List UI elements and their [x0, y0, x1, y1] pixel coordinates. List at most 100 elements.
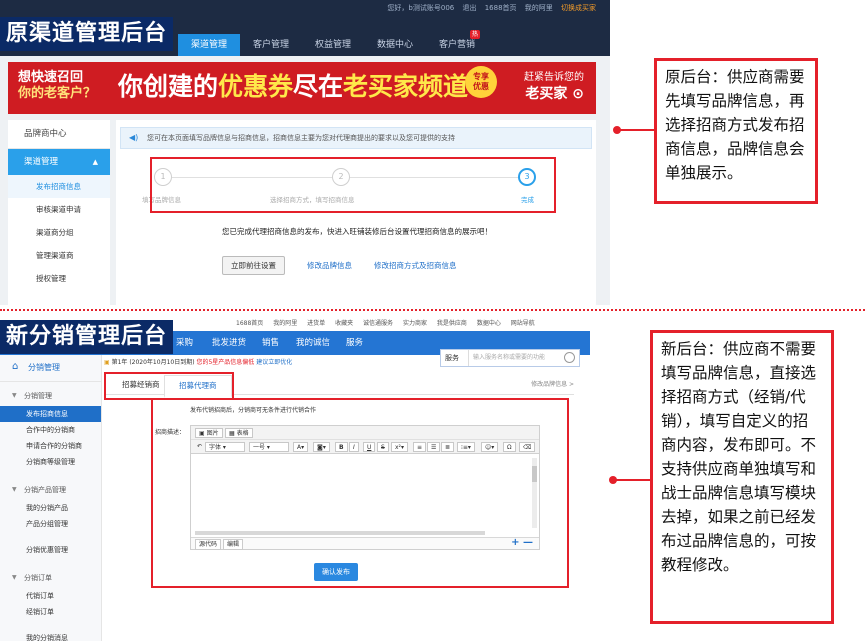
old-top-links: 您好，b测试账号006 退出 1688首页 我的阿里 切换成买家: [381, 3, 596, 13]
old-nav-customer[interactable]: 客户管理: [240, 34, 302, 56]
hot-badge: 热: [469, 30, 480, 39]
new-toplink-myali[interactable]: 我的阿里: [273, 320, 297, 327]
new-tabs-highlight: [104, 372, 234, 400]
new-nav-integrity[interactable]: 我的诚信: [296, 331, 330, 355]
old-nav-marketing-label: 客户营销: [438, 40, 475, 50]
dotted-divider: [0, 309, 865, 311]
new-sidebar-item-consign-orders[interactable]: 代销订单: [0, 588, 101, 604]
new-nav-purchase[interactable]: 采购: [176, 331, 193, 355]
banner-left-line1: 想快速召回: [18, 70, 84, 85]
new-sidebar-item-messages[interactable]: 我的分销消息: [0, 630, 101, 641]
new-sidebar-group-orders[interactable]: ▼ 分销订单: [0, 568, 101, 588]
old-switch-buyer-link[interactable]: 切换成买家: [561, 4, 596, 12]
caret-up-icon: ▲: [92, 158, 98, 166]
new-section-title: 新分销管理后台: [0, 320, 174, 354]
new-note-text: 新后台：供应商不需要填写品牌信息，直接选择招商方式（经销/代销），填写自定义的招…: [661, 340, 817, 574]
edit-brand-info-link[interactable]: 修改品牌信息: [307, 260, 352, 271]
old-sidebar-item-manage[interactable]: 管理渠道商: [8, 244, 110, 267]
new-toplink-1688[interactable]: 1688首页: [236, 320, 263, 327]
new-form-highlight: [151, 398, 569, 588]
new-sidebar-item-dealer-orders[interactable]: 经销订单: [0, 604, 101, 620]
old-main-nav: 渠道管理 客户管理 权益管理 数据中心 客户营销 热: [178, 30, 488, 56]
banner-headline-d: 老买家频道: [343, 72, 469, 101]
old-sidebar-item-review[interactable]: 审核渠道申请: [8, 198, 110, 221]
new-top-links: 1688首页 我的阿里 进货单 收藏夹 诚信通服务 实力商家 我是供应商 数据中…: [236, 318, 543, 327]
new-sidebar-home-label: 分销管理: [28, 363, 60, 372]
new-sidebar-item-discount[interactable]: 分销优惠管理: [0, 542, 101, 558]
comparison-screenshot: 您好，b测试账号006 退出 1688首页 我的阿里 切换成买家 渠道管理 客户…: [0, 0, 865, 641]
circle-arrow-icon: ⊙: [567, 86, 584, 102]
banner-left-text: 想快速召回 你的老客户？: [18, 70, 96, 102]
notice-optimize-link[interactable]: 建议立即优化: [256, 359, 292, 366]
old-sidebar-group-channel[interactable]: 渠道管理 ▲: [8, 149, 110, 175]
new-sidebar-item-my-products[interactable]: 我的分销产品: [0, 500, 101, 516]
old-steps-highlight: [150, 157, 556, 213]
banner-right-text: 赶紧告诉您的 老买家 ⊙: [524, 70, 584, 102]
home-icon: ⌂: [12, 361, 19, 372]
badge-line1: 专享: [473, 72, 489, 81]
edit-recruit-method-link[interactable]: 修改招商方式及招商信息: [374, 260, 457, 271]
new-sidebar-group-label-2: 分销产品管理: [24, 486, 66, 494]
new-toplink-cart[interactable]: 进货单: [307, 320, 325, 327]
new-search-box[interactable]: 服务 输入服务名称或需要的功能: [440, 349, 580, 367]
old-logout-link[interactable]: 退出: [462, 4, 476, 12]
new-note-connector: [609, 476, 652, 484]
badge-line2: 优惠: [473, 82, 489, 91]
new-nav-service[interactable]: 服务: [346, 331, 363, 355]
new-nav-sales[interactable]: 销售: [262, 331, 279, 355]
banner-headline: 你创建的优惠券尽在老买家频道: [118, 70, 468, 104]
new-toplink-data[interactable]: 数据中心: [477, 320, 501, 327]
old-note-box: 原后台：供应商需要先填写品牌信息，再选择招商方式发布招商信息，品牌信息会单独展示…: [654, 58, 818, 204]
search-input[interactable]: 输入服务名称或需要的功能: [473, 350, 545, 366]
new-toplink-strength[interactable]: 实力商家: [403, 320, 427, 327]
new-sidebar-group-label-4: 分销订单: [24, 574, 52, 582]
new-nav-wholesale[interactable]: 批发进货: [212, 331, 246, 355]
new-sidebar-item-product-groups[interactable]: 产品分组管理: [0, 516, 101, 532]
old-action-row: 立即前往设置 修改品牌信息 修改招商方式及招商信息: [222, 256, 457, 275]
new-note-box: 新后台：供应商不需要填写品牌信息，直接选择招商方式（经销/代销），填写自定义的招…: [650, 330, 834, 624]
new-backend-screenshot: 1688首页 我的阿里 进货单 收藏夹 诚信通服务 实力商家 我是供应商 数据中…: [0, 315, 590, 641]
new-sidebar-group-distribution[interactable]: ▼ 分销管理: [0, 386, 101, 406]
old-sidebar-item-auth[interactable]: 授权管理: [8, 267, 110, 290]
banner-right-line2: 老买家 ⊙: [524, 86, 584, 102]
new-sidebar-group-label-1: 分销管理: [24, 392, 52, 400]
banner-headline-c: 尽在: [293, 72, 344, 101]
old-sidebar-item-publish[interactable]: 发布招商信息: [8, 175, 110, 198]
new-toplink-favorites[interactable]: 收藏夹: [335, 320, 353, 327]
new-sidebar-group-products[interactable]: ▼ 分销产品管理: [0, 480, 101, 500]
caret-down-icon: ▼: [12, 392, 17, 399]
new-sidebar-item-level[interactable]: 分销商等级管理: [0, 454, 101, 470]
old-nav-rights[interactable]: 权益管理: [302, 34, 364, 56]
new-toplink-sitenav[interactable]: 网站导航: [511, 320, 535, 327]
old-note-connector: [613, 126, 656, 134]
go-settings-button[interactable]: 立即前往设置: [222, 256, 285, 275]
old-nav-channel[interactable]: 渠道管理: [178, 34, 240, 56]
old-my-ali-link[interactable]: 我的阿里: [525, 4, 553, 12]
new-sidebar-home[interactable]: ⌂ 分销管理: [0, 355, 101, 382]
new-sidebar-item-cooperating[interactable]: 合作中的分销商: [0, 422, 101, 438]
old-nav-data[interactable]: 数据中心: [364, 34, 426, 56]
member-icon: ▣: [104, 359, 110, 366]
old-sidebar-item-group[interactable]: 渠道商分组: [8, 221, 110, 244]
banner-headline-a: 你创建的: [118, 72, 219, 101]
old-sidebar-brand-center[interactable]: 品牌商中心: [8, 120, 110, 149]
new-toplink-supplier[interactable]: 我是供应商: [437, 320, 467, 327]
banner-headline-b: 优惠券: [218, 72, 294, 101]
notice-membership: 第1年 (2020年10月10日到期): [111, 359, 195, 366]
banner-left-line2: 你的老客户？: [18, 86, 97, 101]
caret-down-icon: ▼: [12, 574, 17, 581]
new-sidebar-item-publish[interactable]: 发布招商信息: [0, 406, 101, 422]
old-1688-home-link[interactable]: 1688首页: [485, 4, 517, 12]
old-section-title: 原渠道管理后台: [0, 17, 174, 51]
old-note-text: 原后台：供应商需要先填写品牌信息，再选择招商方式发布招商信息，品牌信息会单独展示…: [665, 68, 805, 182]
search-icon[interactable]: [564, 352, 575, 363]
caret-down-icon: ▼: [12, 486, 17, 493]
edit-brand-info-link[interactable]: 修改品牌信息 >: [531, 375, 574, 395]
notice-warning[interactable]: 您的5星产品信息偏低: [196, 359, 254, 366]
old-sidebar-group-label: 渠道管理: [24, 157, 59, 167]
new-sidebar-item-applying[interactable]: 申请合作的分销商: [0, 438, 101, 454]
search-category-select[interactable]: 服务: [441, 350, 469, 366]
promo-banner[interactable]: 想快速召回 你的老客户？ 你创建的优惠券尽在老买家频道 专享 优惠 赶紧告诉您的…: [8, 62, 596, 114]
old-nav-marketing[interactable]: 客户营销 热: [426, 30, 488, 56]
new-toplink-service[interactable]: 诚信通服务: [363, 320, 393, 327]
